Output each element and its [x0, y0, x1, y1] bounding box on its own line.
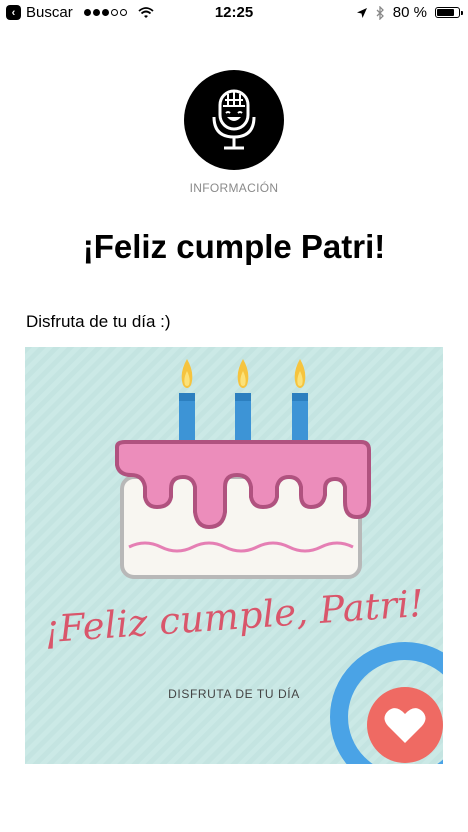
wifi-icon: [138, 6, 154, 18]
back-to-search[interactable]: ‹ Buscar: [6, 4, 154, 21]
back-label[interactable]: Buscar: [26, 4, 73, 21]
page-title: ¡Feliz cumple Patri!: [82, 228, 386, 265]
status-bar: ‹ Buscar 12:25 80 %: [0, 0, 468, 26]
section-label: INFORMACIÓN: [189, 181, 279, 195]
location-arrow-icon: [356, 7, 367, 18]
microphone-logo: [184, 70, 284, 170]
signal-strength-icon: [83, 9, 127, 16]
card-illustration: [25, 347, 443, 764]
microphone-icon: [212, 89, 256, 150]
subtitle: Disfruta de tu día :): [26, 312, 171, 331]
bluetooth-icon: [376, 5, 384, 20]
card-subtitle: DISFRUTA DE TU DÍA: [168, 687, 300, 701]
birthday-card-image: ¡Feliz cumple, Patri! DISFRUTA DE TU DÍA: [25, 347, 443, 764]
battery-percent: 80 %: [392, 4, 427, 21]
battery-icon: [435, 7, 463, 18]
back-chevron-icon[interactable]: ‹: [6, 5, 21, 20]
